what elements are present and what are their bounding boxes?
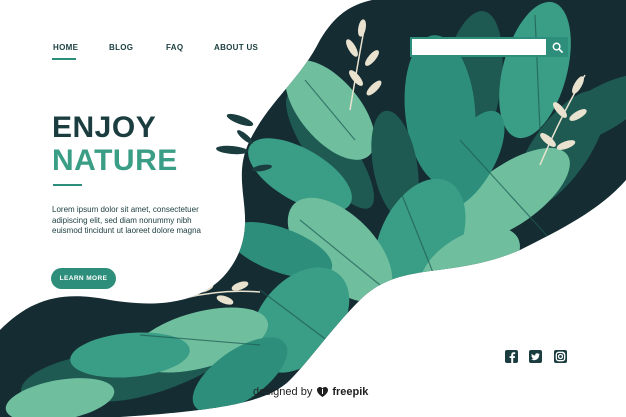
facebook-icon[interactable] — [505, 350, 518, 363]
search-button[interactable] — [546, 37, 568, 57]
hero-body-text: Lorem ipsum dolor sit amet, consectetuer… — [52, 205, 237, 237]
learn-more-button[interactable]: LEARN MORE — [51, 268, 116, 289]
credit-prefix: designed by — [253, 385, 313, 398]
landing-page: HOME BLOG FAQ ABOUT US ENJOY NATURE Lore… — [0, 0, 626, 417]
credit-brand: freepik — [332, 385, 369, 398]
search-bar — [410, 37, 568, 57]
freepik-logo-icon — [317, 387, 329, 397]
hero-divider — [53, 184, 82, 186]
search-input[interactable] — [410, 37, 546, 57]
nav-item-blog[interactable]: BLOG — [109, 43, 133, 52]
nav-active-indicator — [52, 58, 76, 60]
hero-body-line: Lorem ipsum dolor sit amet, consectetuer — [52, 205, 199, 214]
nav-item-about-us[interactable]: ABOUT US — [214, 43, 258, 52]
freepik-credit: designed by freepik — [253, 385, 368, 398]
hero-body-line: euismod tincidunt ut laoreet dolore magn… — [52, 226, 201, 235]
instagram-icon[interactable] — [554, 350, 567, 363]
nav-item-home[interactable]: HOME — [53, 43, 78, 52]
search-icon — [552, 42, 563, 53]
nav-item-faq[interactable]: FAQ — [166, 43, 183, 52]
hero-title-line2: NATURE — [52, 144, 178, 177]
hero-body-line: adipiscing elit, sed diam nonummy nibh — [52, 215, 192, 225]
hero-title-line1: ENJOY — [52, 111, 157, 144]
twitter-icon[interactable] — [529, 350, 542, 363]
